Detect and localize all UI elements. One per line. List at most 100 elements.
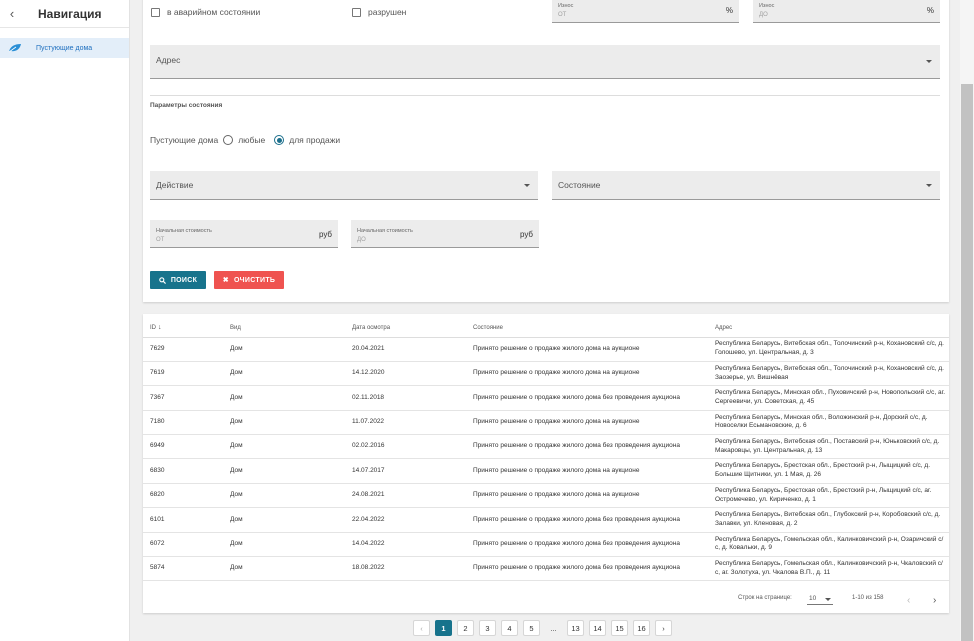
divider xyxy=(150,95,940,96)
wear-from-label: Износ xyxy=(558,3,574,9)
close-icon: ✖ xyxy=(222,277,229,284)
col-header-date[interactable]: Дата осмотра xyxy=(345,319,466,338)
pager-ellipsis: ... xyxy=(550,623,557,633)
rows-per-page-value: 10 xyxy=(809,595,817,602)
radio-for-sale[interactable] xyxy=(274,135,285,145)
col-header-kind[interactable]: Вид xyxy=(223,319,345,338)
pager-page[interactable]: 1 xyxy=(435,620,452,636)
table-row[interactable]: 7619 Дом 14.12.2020 Принято решение о прода… xyxy=(143,361,949,387)
cell-state: Принято решение о продаже жилого дома на… xyxy=(466,458,708,484)
checkbox-box[interactable] xyxy=(151,7,160,17)
pager-page[interactable]: 3 xyxy=(479,620,496,636)
price-from-field[interactable]: Начальная стоимость ОТ руб xyxy=(150,220,338,248)
pager-page[interactable]: 13 xyxy=(567,620,584,636)
table-row[interactable]: 6101 Дом 22.04.2022 Принято решение о прода… xyxy=(143,507,949,533)
cell-date: 20.04.2021 xyxy=(345,337,466,362)
wear-to-field[interactable]: Износ ДО % xyxy=(753,0,940,23)
wear-to-label: Износ xyxy=(759,3,775,9)
sort-arrow-down-icon[interactable]: ↓ xyxy=(158,324,162,331)
cell-kind: Дом xyxy=(223,410,345,436)
table-row[interactable]: 6830 Дом 14.07.2017 Принято решение о прода… xyxy=(143,458,949,484)
cell-address: Республика Беларусь, Гомельская обл., Ка… xyxy=(708,556,949,582)
state-select[interactable]: Состояние xyxy=(552,171,940,200)
address-select[interactable]: Адрес xyxy=(150,45,940,79)
sidebar-item-empty-houses[interactable]: Пустующие дома xyxy=(0,38,129,58)
search-button[interactable]: ПОИСК xyxy=(150,271,206,289)
cell-date: 14.07.2017 xyxy=(345,458,466,484)
cell-address: Республика Беларусь, Витебская обл., Тол… xyxy=(708,361,949,387)
cell-date: 24.08.2021 xyxy=(345,483,466,509)
search-button-label: ПОИСК xyxy=(170,276,198,284)
pager-page[interactable]: 5 xyxy=(523,620,540,636)
action-select[interactable]: Действие xyxy=(150,171,538,200)
table-row[interactable]: 5874 Дом 18.08.2022 Принято решение о прода… xyxy=(143,556,949,582)
destroyed-checkbox[interactable]: разрушен xyxy=(352,7,406,17)
percent-suffix: % xyxy=(926,6,934,15)
pager-page[interactable]: 14 xyxy=(589,620,606,636)
col-header-address[interactable]: Адрес xyxy=(708,319,949,338)
pager-page[interactable]: 4 xyxy=(501,620,518,636)
table-row[interactable]: 7180 Дом 11.07.2022 Принято решение о прода… xyxy=(143,410,949,436)
table-row[interactable]: 7367 Дом 02.11.2018 Принято решение о прода… xyxy=(143,385,949,411)
sidebar-item-label: Пустующие дома xyxy=(36,44,93,52)
radio-for-sale-label[interactable]: для продажи xyxy=(289,135,340,145)
table-row[interactable]: 6820 Дом 24.08.2021 Принято решение о прода… xyxy=(143,483,949,509)
table-row[interactable]: 6072 Дом 14.04.2022 Принято решение о прода… xyxy=(143,532,949,558)
pager-page[interactable]: 16 xyxy=(633,620,650,636)
col-header-id[interactable]: ID ↓ xyxy=(143,319,223,338)
cell-date: 11.07.2022 xyxy=(345,410,466,436)
chevron-down-icon xyxy=(926,60,932,63)
sidebar-header: ‹ Навигация xyxy=(0,0,129,28)
address-label: Адрес xyxy=(156,55,181,65)
col-header-id-label: ID xyxy=(150,325,156,332)
chevron-left-icon[interactable]: ‹ xyxy=(0,6,24,21)
price-to-field[interactable]: Начальная стоимость ДО руб xyxy=(351,220,539,248)
cell-state: Принято решение о продаже жилого дома бе… xyxy=(466,385,708,411)
cell-address: Республика Беларусь, Витебская обл., Тол… xyxy=(708,337,949,362)
leaf-icon xyxy=(8,44,21,53)
cell-kind: Дом xyxy=(223,532,345,558)
table-row[interactable]: 6949 Дом 02.02.2016 Принято решение о прода… xyxy=(143,434,949,460)
scrollbar-thumb[interactable] xyxy=(961,84,973,641)
cell-id: 6820 xyxy=(143,483,223,509)
price-from-label: Начальная стоимость xyxy=(156,228,212,234)
clear-button-label: ОЧИСТИТЬ xyxy=(233,276,276,284)
prev-page-icon[interactable]: ‹ xyxy=(907,595,910,606)
cell-id: 5874 xyxy=(143,556,223,582)
destroyed-checkbox-label: разрушен xyxy=(368,7,407,17)
cell-id: 6101 xyxy=(143,507,223,533)
emergency-checkbox[interactable]: в аварийном состоянии xyxy=(151,7,260,17)
cell-date: 02.11.2018 xyxy=(345,385,466,411)
wear-from-field[interactable]: Износ ОТ % xyxy=(552,0,739,23)
cell-address: Республика Беларусь, Минская обл., Пухов… xyxy=(708,385,949,411)
chevron-down-icon xyxy=(825,598,831,601)
wear-from-placeholder: ОТ xyxy=(558,12,567,18)
rows-per-page-select[interactable]: 10 xyxy=(807,592,833,605)
cell-state: Принято решение о продаже жилого дома на… xyxy=(466,483,708,509)
radio-any[interactable] xyxy=(223,135,234,145)
chevron-down-icon xyxy=(524,184,530,187)
pager-page[interactable]: 15 xyxy=(611,620,628,636)
cell-date: 02.02.2016 xyxy=(345,434,466,460)
checkbox-box[interactable] xyxy=(352,7,361,17)
cell-state: Принято решение о продаже жилого дома бе… xyxy=(466,434,708,460)
cell-id: 6949 xyxy=(143,434,223,460)
pager-prev-icon[interactable]: ‹ xyxy=(413,620,430,636)
table-row[interactable]: 7629 Дом 20.04.2021 Принято решение о прода… xyxy=(143,337,949,362)
cell-kind: Дом xyxy=(223,556,345,582)
clear-button[interactable]: ✖ ОЧИСТИТЬ xyxy=(214,271,284,289)
radio-any-label[interactable]: любые xyxy=(238,135,265,145)
cell-kind: Дом xyxy=(223,483,345,509)
cell-id: 7180 xyxy=(143,410,223,436)
cell-date: 14.12.2020 xyxy=(345,361,466,387)
pager-next-icon[interactable]: › xyxy=(655,620,672,636)
cell-kind: Дом xyxy=(223,458,345,484)
percent-suffix: % xyxy=(725,6,733,15)
col-header-state[interactable]: Состояние xyxy=(466,319,708,338)
cell-state: Принято решение о продаже жилого дома на… xyxy=(466,361,708,387)
results-table-card: ID ↓ Вид Дата осмотра Состояние Адрес 762… xyxy=(143,314,949,613)
pager-page[interactable]: 2 xyxy=(457,620,474,636)
wear-to-placeholder: ДО xyxy=(759,12,768,18)
pagination: ‹ 1 2 3 4 5... 13 14 15 16 › xyxy=(413,620,677,636)
next-page-icon[interactable]: › xyxy=(933,595,936,606)
